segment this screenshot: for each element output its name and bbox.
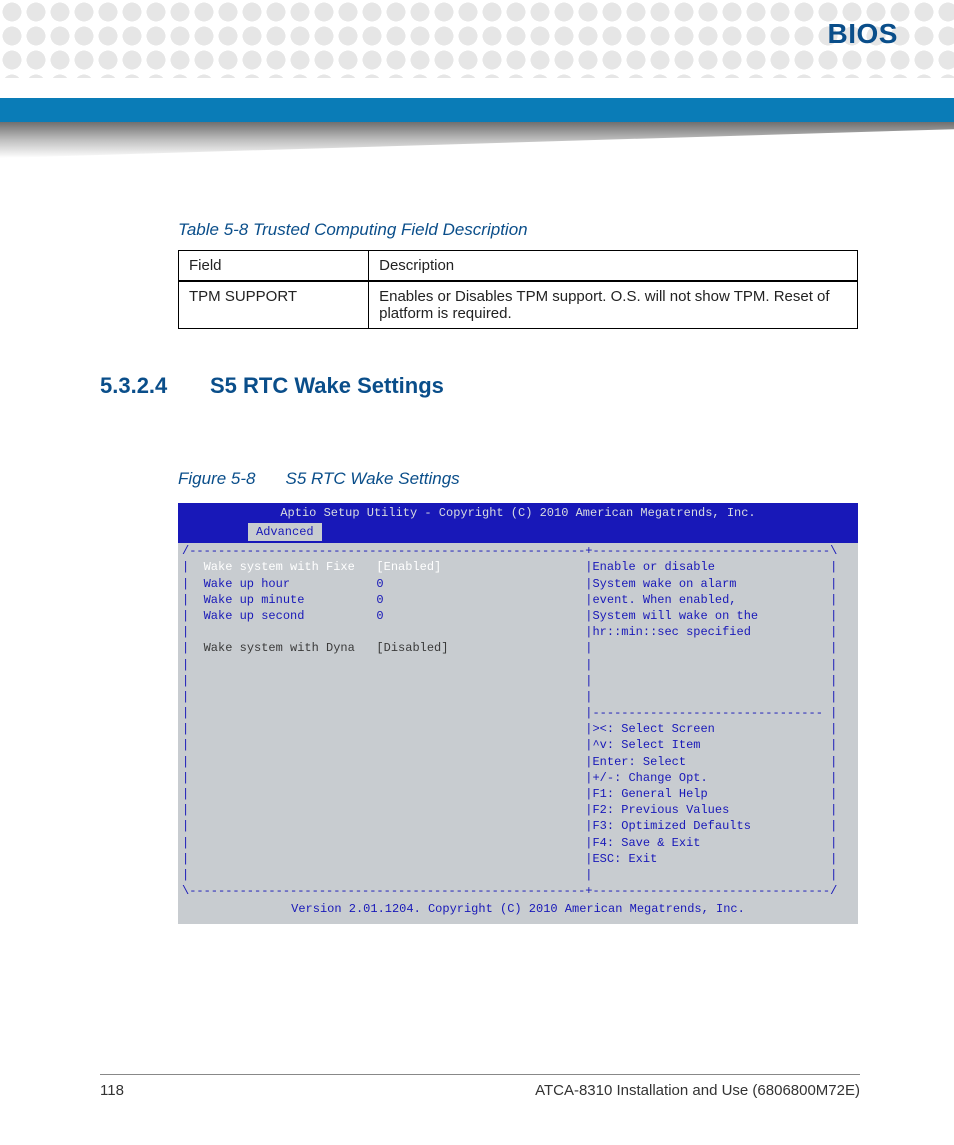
header-pattern [0,0,954,78]
table-cell-field: TPM SUPPORT [179,281,369,329]
table-header-description: Description [369,251,858,282]
section-heading: 5.3.2.4S5 RTC Wake Settings [100,373,860,399]
table-cell-description: Enables or Disables TPM support. O.S. wi… [369,281,858,329]
page-number: 118 [100,1082,124,1099]
bios-screenshot: Aptio Setup Utility - Copyright (C) 2010… [178,503,858,924]
table-caption: Table 5-8 Trusted Computing Field Descri… [178,220,860,240]
section-title: S5 RTC Wake Settings [210,373,444,398]
doc-title: ATCA-8310 Installation and Use (6806800M… [535,1082,860,1099]
header-wedge [0,122,954,158]
bios-body: /---------------------------------------… [178,543,858,899]
section-number: 5.3.2.4 [100,373,210,399]
footer-rule [100,1074,860,1075]
figure-caption: Figure 5-8 S5 RTC Wake Settings [178,469,860,489]
table-header-field: Field [179,251,369,282]
table-row: TPM SUPPORT Enables or Disables TPM supp… [179,281,858,329]
trusted-computing-table: Field Description TPM SUPPORT Enables or… [178,250,858,329]
bios-tab-advanced: Advanced [248,523,322,541]
figure-title: S5 RTC Wake Settings [285,469,459,488]
bios-tab-bar: Advanced [178,523,858,543]
bios-footer: Version 2.01.1204. Copyright (C) 2010 Am… [178,899,858,923]
bios-top-bar: Aptio Setup Utility - Copyright (C) 2010… [178,503,858,523]
page-footer: 118 ATCA-8310 Installation and Use (6806… [100,1082,860,1099]
page-header-title: BIOS [828,18,898,50]
header-blue-bar [0,98,954,122]
figure-number: Figure 5-8 [178,469,255,489]
